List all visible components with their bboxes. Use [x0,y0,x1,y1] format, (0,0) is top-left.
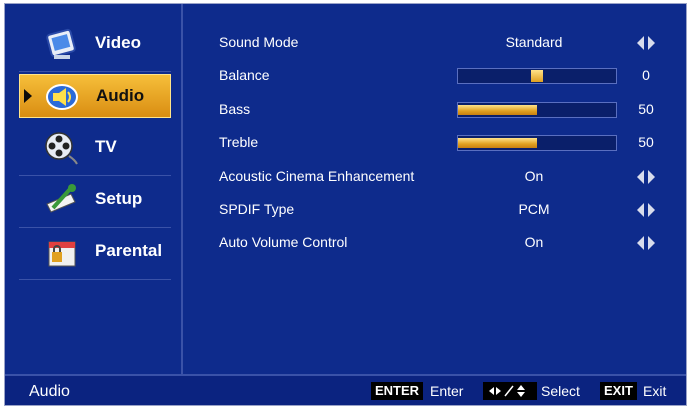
sidebar-menu: Video Audio TV Setup Parental [5,4,181,374]
vertical-divider [181,4,183,374]
enter-key-badge: ENTER [371,382,424,400]
divider [19,279,171,280]
selected-arrow-icon [24,89,32,103]
setting-value: Standard [505,34,563,50]
status-title: Audio [29,383,70,400]
setting-value: 50 [638,134,654,150]
setup-wrench-icon [46,184,76,213]
setting-row-acoustic-cinema[interactable]: Acoustic Cinema Enhancement On [219,166,679,188]
setting-label: Sound Mode [219,34,299,50]
treble-level-fill [458,138,537,148]
sidebar-item-label: TV [95,137,117,156]
sidebar-item-audio[interactable]: Audio [19,74,171,118]
setting-row-bass[interactable]: Bass 50 [219,99,679,121]
setting-row-auto-volume[interactable]: Auto Volume Control On [219,232,679,254]
sidebar-item-tv[interactable]: TV [19,126,171,176]
left-right-arrows-icon[interactable] [637,170,655,184]
enter-key-label: Enter [430,383,464,399]
left-right-arrows-icon[interactable] [637,203,655,217]
left-right-arrows-icon[interactable] [637,236,655,250]
setting-value: On [524,168,544,184]
parental-lock-icon [48,241,76,267]
setting-label: Treble [219,134,259,150]
sidebar-item-label: Video [95,33,141,52]
setting-label: Balance [219,67,270,83]
setting-value: 0 [642,67,650,83]
left-right-up-down-arrows-icon [489,385,525,397]
sidebar-item-setup[interactable]: Setup [19,178,171,228]
audio-speaker-icon [46,84,78,110]
select-key-label: Select [541,383,580,399]
setting-label: Auto Volume Control [219,234,348,250]
sidebar-item-label: Parental [95,241,163,260]
status-bar: Audio ENTER Enter Select EXIT Exit [5,374,686,405]
setting-value: On [524,234,544,250]
video-icon [46,28,76,59]
setting-value: 50 [638,101,654,117]
divider [19,175,171,176]
setting-row-balance[interactable]: Balance 0 [219,65,679,87]
tv-osd-screen: Video Audio TV Setup Parental Sound Mode… [4,3,687,406]
setting-row-sound-mode[interactable]: Sound Mode Standard [219,32,679,54]
setting-row-treble[interactable]: Treble 50 [219,132,679,154]
balance-slider-knob[interactable] [531,70,543,82]
setting-label: Acoustic Cinema Enhancement [219,168,415,184]
treble-level-bar[interactable] [457,135,617,151]
exit-key-badge: EXIT [600,382,637,400]
sidebar-item-label: Audio [96,86,145,105]
divider [19,227,171,228]
bass-level-fill [458,105,537,115]
bass-level-bar[interactable] [457,102,617,118]
left-right-arrows-icon[interactable] [637,36,655,50]
navigate-keys-badge [483,382,537,400]
exit-key-label: Exit [643,383,667,399]
setting-row-spdif-type[interactable]: SPDIF Type PCM [219,199,679,221]
setting-label: Bass [219,101,251,117]
divider [19,71,171,72]
sidebar-item-video[interactable]: Video [19,22,171,72]
sidebar-item-label: Setup [95,189,143,208]
tv-film-reel-icon [45,132,78,165]
setting-value: PCM [518,201,550,217]
sidebar-item-parental[interactable]: Parental [19,230,171,280]
balance-slider[interactable] [457,68,617,84]
setting-label: SPDIF Type [219,201,295,217]
